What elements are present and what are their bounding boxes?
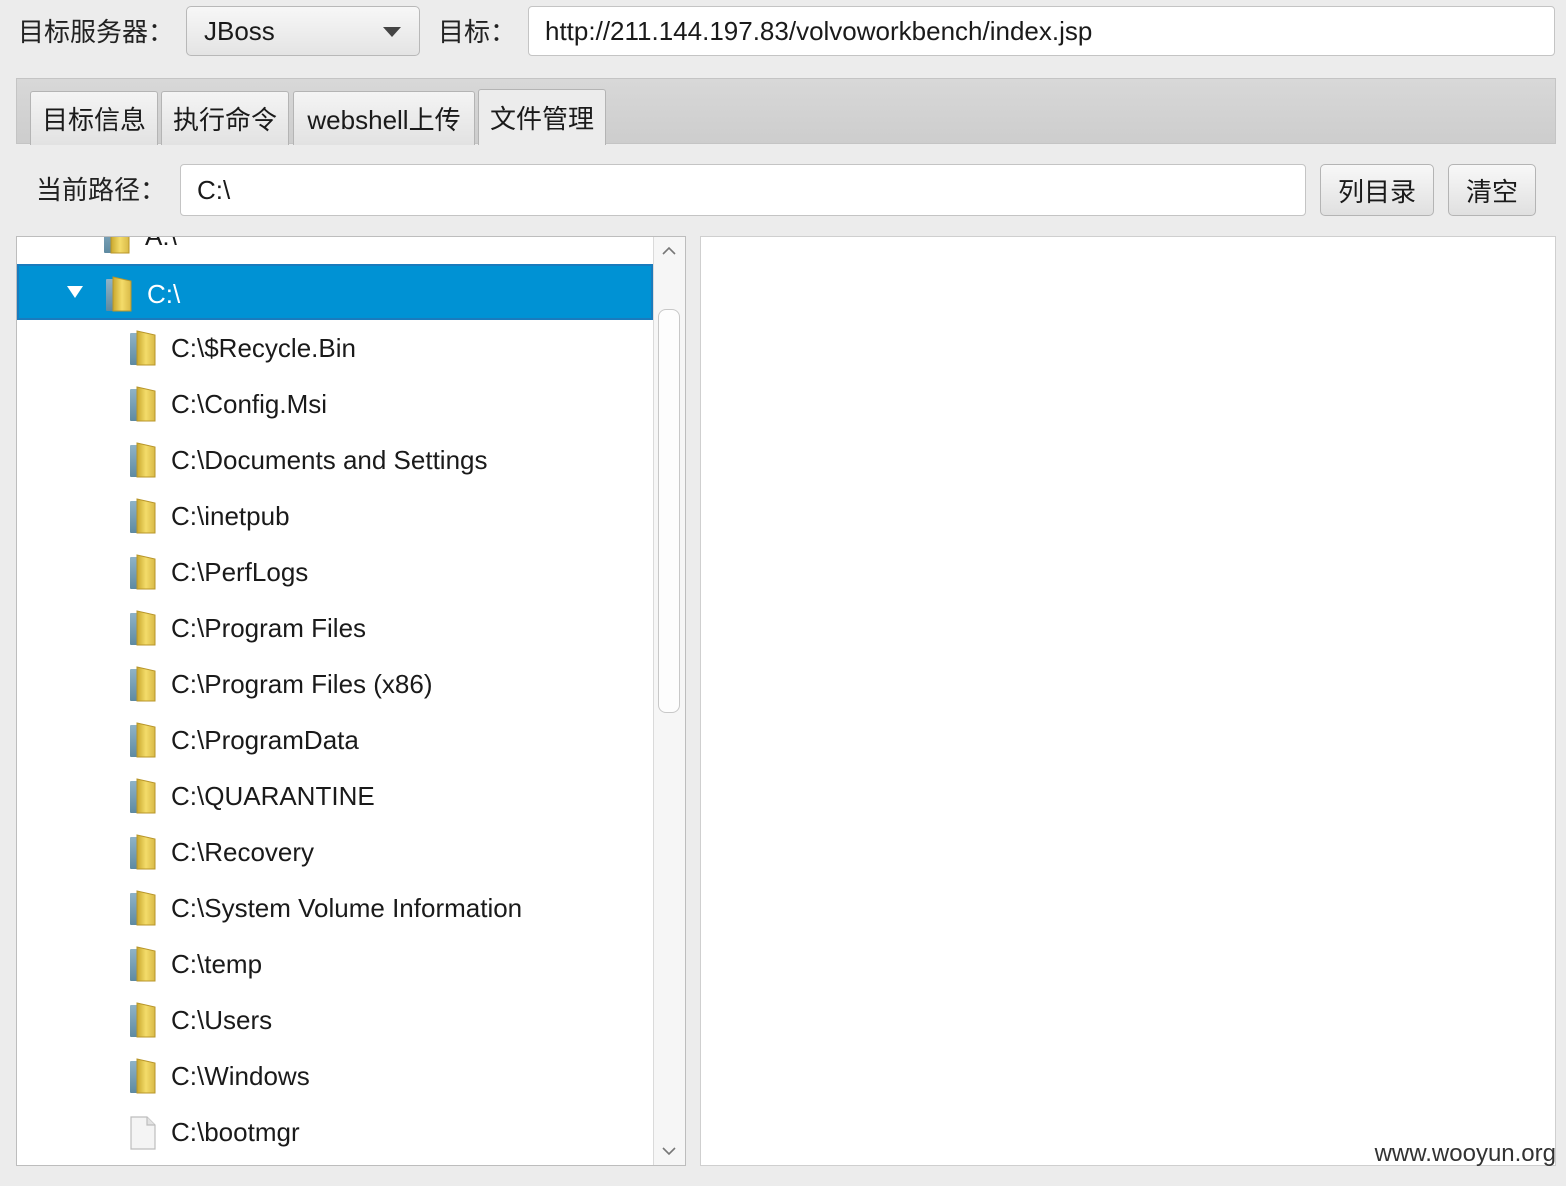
current-path-label: 当前路径：: [36, 175, 167, 205]
folder-icon: [130, 498, 156, 534]
target-label: 目标：: [438, 17, 517, 47]
tab-strip: 目标信息 执行命令 webshell上传 文件管理: [16, 78, 1556, 145]
tree-node-label: C:\Documents and Settings: [171, 445, 488, 475]
list-directory-button[interactable]: 列目录: [1320, 164, 1434, 216]
tree-node-label: C:\Program Files (x86): [171, 669, 433, 699]
tree-node[interactable]: C:\Program Files (x86): [17, 656, 653, 712]
tree-node-label: C:\$Recycle.Bin: [171, 333, 356, 363]
tree-scrollbar[interactable]: [653, 237, 685, 1165]
watermark: www.wooyun.org: [1374, 1140, 1556, 1167]
tree-node-label: C:\inetpub: [171, 501, 290, 531]
folder-icon: [130, 666, 156, 702]
folder-icon: [130, 330, 156, 366]
tree-node-label: C:\temp: [171, 949, 263, 979]
expand-triangle-icon[interactable]: [67, 286, 83, 298]
folder-icon: [130, 1058, 156, 1094]
folder-icon: [130, 834, 156, 870]
tab-webshell-upload[interactable]: webshell上传: [293, 91, 475, 145]
tab-target-info[interactable]: 目标信息: [30, 91, 158, 145]
current-path-input[interactable]: [180, 164, 1306, 216]
tree-node[interactable]: C:\Users: [17, 992, 653, 1048]
tab-execute-command[interactable]: 执行命令: [161, 91, 289, 145]
clear-button[interactable]: 清空: [1448, 164, 1536, 216]
folder-icon: [130, 722, 156, 758]
chevron-down-icon[interactable]: [661, 1143, 677, 1159]
folder-icon: [104, 237, 130, 254]
tree-node-label: C:\Windows: [171, 1061, 310, 1091]
file-icon: [130, 1116, 156, 1150]
tree-node-label: C:\PerfLogs: [171, 557, 309, 587]
file-content-panel[interactable]: [700, 236, 1556, 1166]
tree-node[interactable]: C:\temp: [17, 936, 653, 992]
server-select[interactable]: JBoss: [186, 6, 420, 56]
tree-node-label: C:\: [147, 279, 181, 309]
tree-node-label: C:\ProgramData: [171, 725, 359, 755]
target-url-input[interactable]: [528, 6, 1555, 56]
tree-node[interactable]: C:\QUARANTINE: [17, 768, 653, 824]
folder-icon: [130, 554, 156, 590]
scrollbar-thumb[interactable]: [658, 309, 680, 713]
folder-icon: [106, 276, 132, 312]
chevron-down-icon: [383, 27, 401, 37]
folder-icon: [130, 1002, 156, 1038]
tree-node[interactable]: C:\$Recycle.Bin: [17, 320, 653, 376]
tree-node-c-drive[interactable]: C:\: [17, 264, 653, 320]
folder-icon: [130, 386, 156, 422]
tree-node-label: C:\bootmgr: [171, 1117, 300, 1147]
tree-node[interactable]: C:\bootmgr: [17, 1104, 653, 1160]
folder-icon: [130, 946, 156, 982]
folder-icon: [130, 610, 156, 646]
tree-node-label: C:\System Volume Information: [171, 893, 523, 923]
tree-node[interactable]: C:\Windows: [17, 1048, 653, 1104]
directory-tree: A:\ C:\ C:\$Recycle.Bin C:\Config.Msi C:…: [16, 236, 686, 1166]
tree-node-label: C:\Program Files: [171, 613, 367, 643]
folder-icon: [130, 778, 156, 814]
tree-node[interactable]: C:\System Volume Information: [17, 880, 653, 936]
folder-icon: [130, 890, 156, 926]
chevron-up-icon[interactable]: [661, 243, 677, 259]
tree-node[interactable]: C:\Documents and Settings: [17, 432, 653, 488]
tree-node[interactable]: C:\PerfLogs: [17, 544, 653, 600]
tab-file-manager[interactable]: 文件管理: [478, 89, 606, 145]
tree-node[interactable]: C:\Config.Msi: [17, 376, 653, 432]
tree-node[interactable]: C:\Recovery: [17, 824, 653, 880]
folder-icon: [130, 442, 156, 478]
tree-node-label: C:\Users: [171, 1005, 273, 1035]
tree-node-a-drive[interactable]: A:\: [17, 236, 653, 264]
tree-node[interactable]: C:\inetpub: [17, 488, 653, 544]
tree-node-label: C:\Recovery: [171, 837, 315, 867]
tree-node-label: C:\Config.Msi: [171, 389, 328, 419]
tree-node-label: C:\QUARANTINE: [171, 781, 375, 811]
tree-node[interactable]: C:\ProgramData: [17, 712, 653, 768]
tree-node[interactable]: C:\Program Files: [17, 600, 653, 656]
server-select-value: JBoss: [204, 15, 275, 46]
tree-node-label: A:\: [145, 236, 177, 251]
server-label: 目标服务器：: [18, 17, 175, 47]
